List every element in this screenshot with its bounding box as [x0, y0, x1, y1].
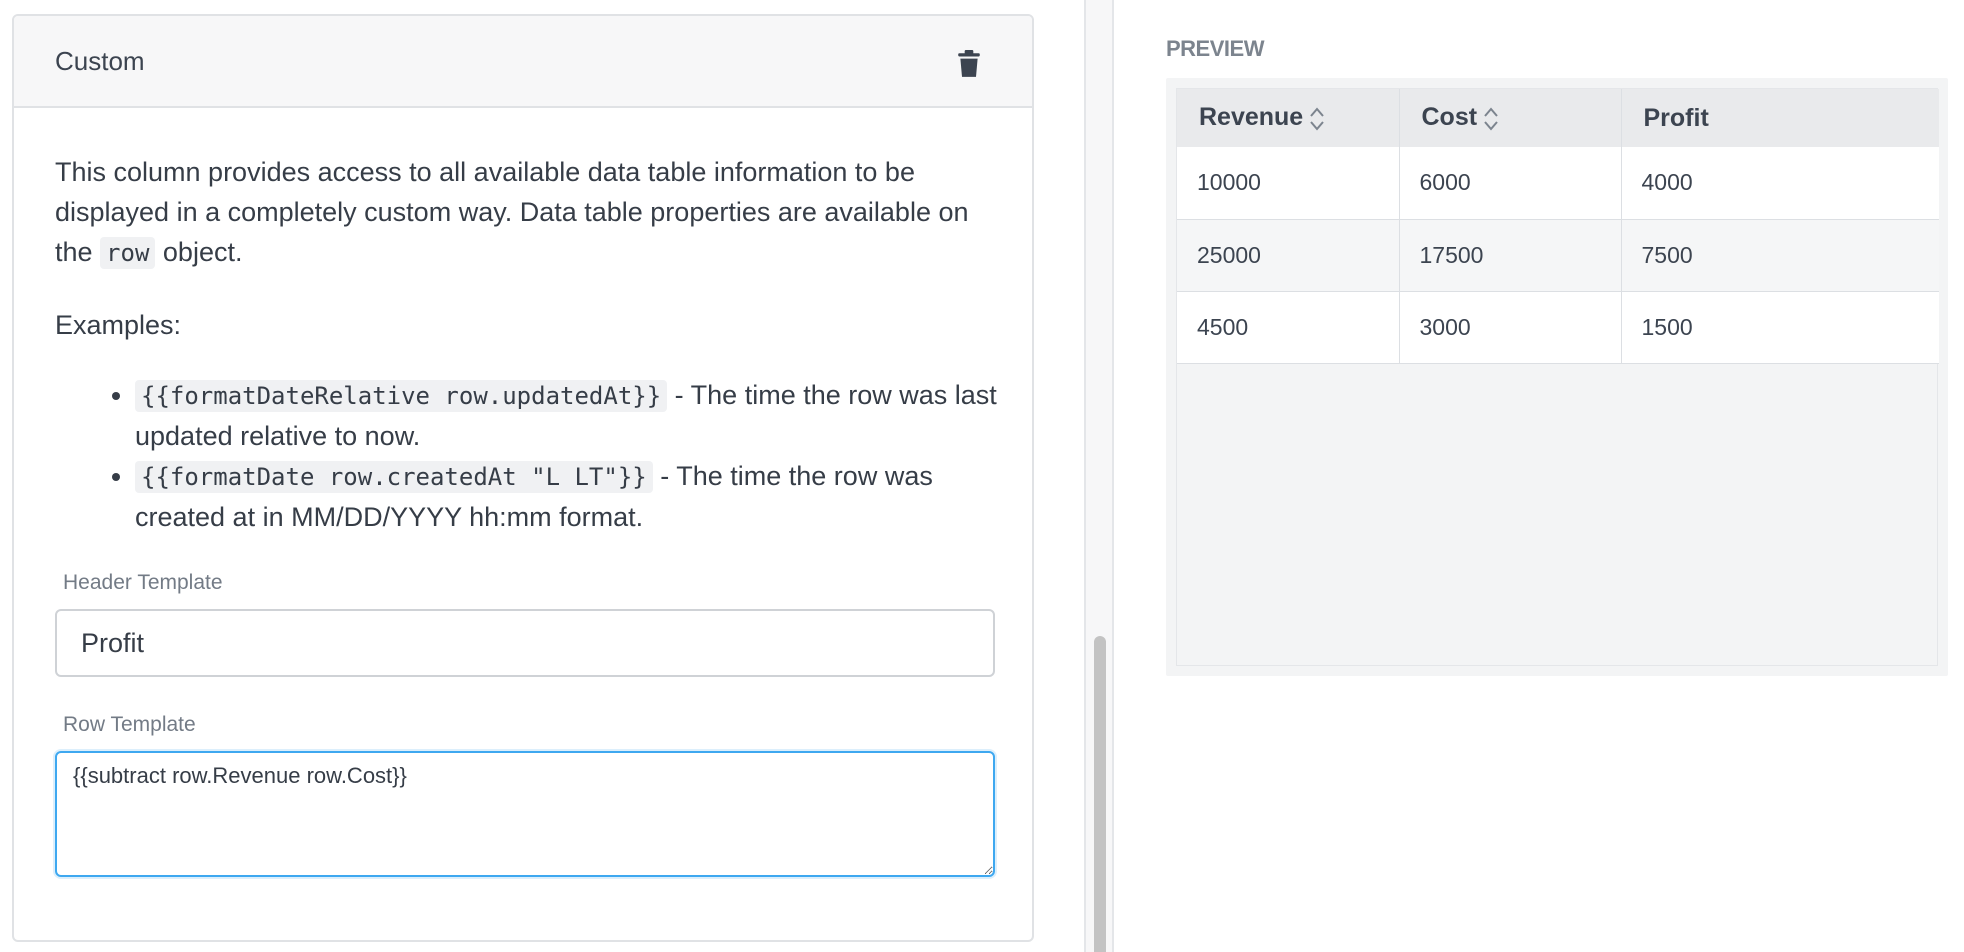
preview-table: Revenue Cost Profit 10000 6000 4000 2500…	[1177, 89, 1939, 364]
row-template-label: Row Template	[63, 713, 196, 736]
column-header-label: Cost	[1421, 103, 1478, 132]
header-template-input[interactable]	[55, 609, 995, 677]
table-cell: 6000	[1399, 147, 1622, 220]
sort-icon[interactable]	[1483, 105, 1499, 133]
column-header-label: Profit	[1643, 103, 1709, 132]
panel-divider	[1084, 0, 1114, 952]
table-cell: 25000	[1177, 219, 1400, 292]
header-template-label: Header Template	[63, 571, 223, 594]
row-template-textarea[interactable]: {{subtract row.Revenue row.Cost}}	[55, 751, 995, 877]
column-header-revenue[interactable]: Revenue	[1177, 89, 1400, 147]
example-item: {{formatDate row.createdAt "L LT"}} - Th…	[135, 456, 1015, 537]
table-cell: 4500	[1177, 291, 1400, 364]
table-cell: 4000	[1621, 147, 1939, 220]
example-list: {{formatDateRelative row.updatedAt}} - T…	[55, 375, 1015, 537]
preview-panel: Revenue Cost Profit 10000 6000 4000 2500…	[1166, 78, 1948, 676]
preview-table-container: Revenue Cost Profit 10000 6000 4000 2500…	[1176, 88, 1939, 666]
table-cell: 1500	[1621, 291, 1939, 364]
card-body: This column provides access to all avail…	[14, 152, 1032, 877]
row-code: row	[100, 237, 156, 269]
table-row: 4500 3000 1500	[1177, 291, 1939, 364]
preview-label: PREVIEW	[1166, 36, 1264, 61]
table-row: 10000 6000 4000	[1177, 147, 1939, 220]
example-code: {{formatDate row.createdAt "L LT"}}	[135, 461, 653, 493]
table-header-row: Revenue Cost Profit	[1177, 89, 1939, 147]
examples-label: Examples:	[55, 310, 182, 340]
column-header-profit: Profit	[1621, 89, 1939, 147]
example-code: {{formatDateRelative row.updatedAt}}	[135, 380, 668, 412]
table-row: 25000 17500 7500	[1177, 219, 1939, 292]
card-header: Custom	[14, 16, 1032, 108]
scrollbar-thumb[interactable]	[1094, 636, 1106, 952]
custom-column-card: Custom This column provides access to al…	[12, 14, 1034, 942]
sort-icon[interactable]	[1309, 105, 1325, 133]
column-header-label: Revenue	[1199, 103, 1304, 132]
table-cell: 3000	[1399, 291, 1622, 364]
table-cell: 10000	[1177, 147, 1400, 220]
table-cell: 7500	[1621, 219, 1939, 292]
column-header-cost[interactable]: Cost	[1399, 89, 1622, 147]
table-cell: 17500	[1399, 219, 1622, 292]
card-title: Custom	[55, 46, 145, 76]
example-item: {{formatDateRelative row.updatedAt}} - T…	[135, 375, 1015, 456]
column-description: This column provides access to all avail…	[55, 152, 995, 273]
trash-icon[interactable]	[956, 50, 982, 78]
description-text-2: object.	[155, 237, 243, 267]
